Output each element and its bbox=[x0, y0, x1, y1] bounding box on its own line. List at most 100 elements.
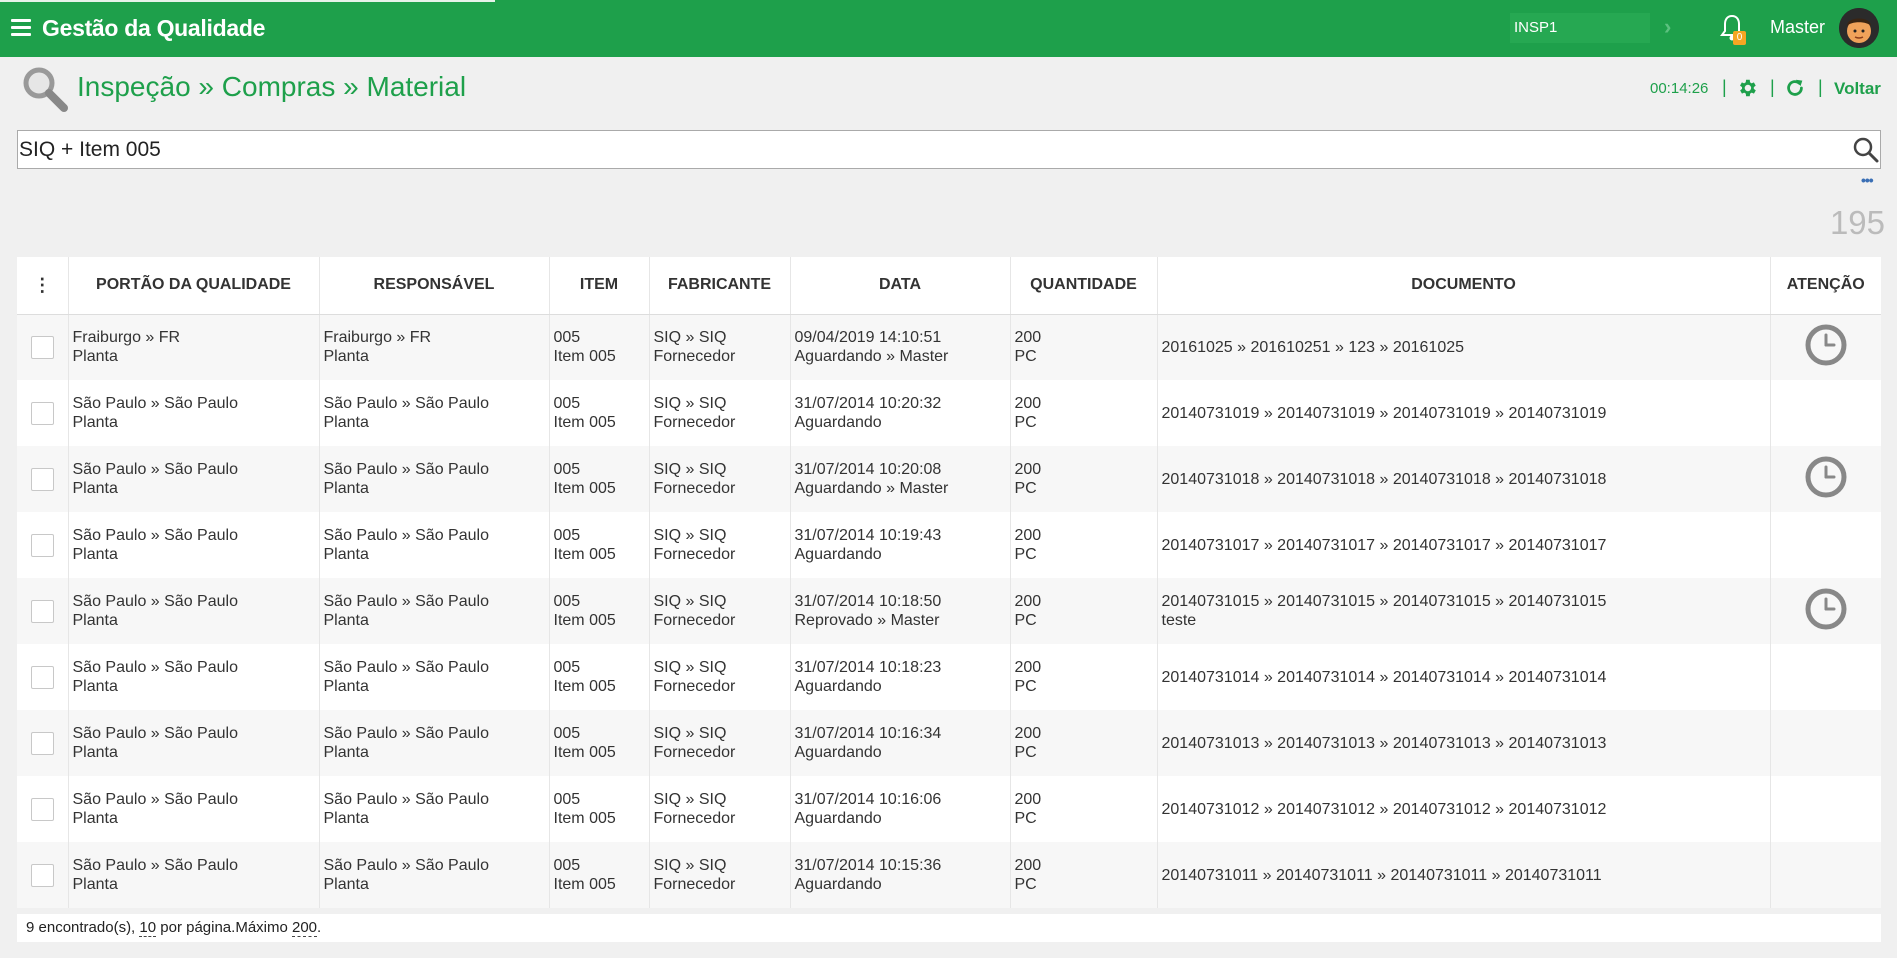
header-data[interactable]: DATA bbox=[790, 257, 1011, 315]
responsavel-cell: São Paulo » São Paulo Planta bbox=[319, 842, 550, 908]
clock-svg bbox=[1805, 456, 1847, 497]
table-header-row: ⋮ PORTÃO DA QUALIDADE RESPONSÁVEL ITEM F… bbox=[17, 257, 1881, 315]
table-row[interactable]: São Paulo » São Paulo Planta São Paulo » S… bbox=[17, 380, 1881, 446]
item-cell: 005 Item 005 bbox=[549, 314, 650, 380]
table-row[interactable]: São Paulo » São Paulo Planta São Paulo » S… bbox=[17, 776, 1881, 842]
responsavel-primary: São Paulo » São Paulo bbox=[323, 527, 489, 544]
data-secondary: Aguardando » Master bbox=[794, 348, 949, 366]
item-secondary: Item 005 bbox=[553, 348, 616, 366]
row-checkbox[interactable] bbox=[30, 665, 54, 689]
data-secondary: Reprovado » Master bbox=[794, 612, 940, 629]
documento-primary: 20140731018 » 20140731018 » 20140731018 … bbox=[1161, 470, 1607, 488]
item-primary: 005 bbox=[553, 659, 581, 676]
responsavel-secondary: Planta bbox=[323, 348, 369, 366]
responsavel-secondary: Planta bbox=[323, 744, 369, 761]
quantidade-primary: 200 bbox=[1014, 527, 1042, 544]
table-row[interactable]: São Paulo » São Paulo Planta São Paulo » S… bbox=[17, 446, 1881, 512]
chevron-right-icon[interactable]: › bbox=[1664, 14, 1671, 40]
clock-icon[interactable] bbox=[1804, 455, 1848, 499]
responsavel-primary: São Paulo » São Paulo bbox=[323, 395, 489, 412]
data-primary: 31/07/2014 10:20:32 bbox=[794, 395, 942, 412]
atencao-cell bbox=[1770, 644, 1881, 710]
app-title: Gestão da Qualidade bbox=[42, 15, 266, 41]
fabricante-cell: SIQ » SIQ Fornecedor bbox=[649, 446, 791, 512]
fabricante-cell: SIQ » SIQ Fornecedor bbox=[649, 578, 791, 644]
row-checkbox[interactable] bbox=[30, 797, 54, 821]
quantidade-secondary: PC bbox=[1014, 612, 1037, 629]
responsavel-primary: São Paulo » São Paulo bbox=[323, 659, 489, 676]
inspector-select[interactable]: INSP1 bbox=[1510, 13, 1650, 43]
row-checkbox[interactable] bbox=[30, 533, 54, 557]
portao-secondary: Planta bbox=[72, 744, 118, 761]
avatar[interactable] bbox=[1839, 8, 1879, 48]
search-svg bbox=[1853, 137, 1879, 163]
portao-primary: São Paulo » São Paulo bbox=[72, 593, 238, 610]
select-cell bbox=[17, 842, 69, 908]
header-item[interactable]: ITEM bbox=[549, 257, 650, 315]
more-options-icon[interactable]: ••• bbox=[1861, 172, 1874, 188]
table-row[interactable]: São Paulo » São Paulo Planta São Paulo » S… bbox=[17, 842, 1881, 908]
documento-cell: 20140731017 » 20140731017 » 20140731017 … bbox=[1157, 512, 1771, 578]
kebab-icon[interactable]: ⋮ bbox=[33, 275, 51, 296]
responsavel-cell: São Paulo » São Paulo Planta bbox=[319, 644, 550, 710]
row-checkbox[interactable] bbox=[30, 863, 54, 887]
refresh-icon[interactable] bbox=[1784, 77, 1806, 99]
clock-icon[interactable] bbox=[1804, 323, 1848, 367]
portao-secondary: Planta bbox=[72, 810, 118, 827]
quantidade-cell: 200 PC bbox=[1010, 578, 1158, 644]
responsavel-cell: Fraiburgo » FR Planta bbox=[319, 314, 550, 380]
table-row[interactable]: São Paulo » São Paulo Planta São Paulo » S… bbox=[17, 578, 1881, 644]
header-portao[interactable]: PORTÃO DA QUALIDADE bbox=[68, 257, 320, 315]
responsavel-cell: São Paulo » São Paulo Planta bbox=[319, 380, 550, 446]
quantidade-primary: 200 bbox=[1014, 791, 1042, 808]
row-checkbox[interactable] bbox=[30, 731, 54, 755]
gear-icon[interactable] bbox=[1736, 77, 1758, 99]
portao-primary: São Paulo » São Paulo bbox=[72, 791, 238, 808]
item-secondary: Item 005 bbox=[553, 744, 616, 761]
data-primary: 31/07/2014 10:18:23 bbox=[794, 659, 942, 676]
portao-primary: São Paulo » São Paulo bbox=[72, 527, 238, 544]
select-cell bbox=[17, 380, 69, 446]
item-secondary: Item 005 bbox=[553, 480, 616, 497]
quantidade-primary: 200 bbox=[1014, 329, 1042, 347]
hamburger-icon[interactable] bbox=[11, 19, 31, 36]
row-checkbox[interactable] bbox=[30, 599, 54, 623]
quantidade-cell: 200 PC bbox=[1010, 842, 1158, 908]
select-cell bbox=[17, 644, 69, 710]
data-cell: 31/07/2014 10:20:32 Aguardando bbox=[790, 380, 1011, 446]
clock-icon[interactable] bbox=[1804, 587, 1848, 631]
select-cell bbox=[17, 446, 69, 512]
header-documento[interactable]: DOCUMENTO bbox=[1157, 257, 1771, 315]
table-row[interactable]: São Paulo » São Paulo Planta São Paulo » S… bbox=[17, 512, 1881, 578]
max-value[interactable]: 200 bbox=[292, 919, 318, 937]
responsavel-primary: São Paulo » São Paulo bbox=[323, 593, 489, 610]
item-primary: 005 bbox=[553, 725, 581, 742]
table-row[interactable]: São Paulo » São Paulo Planta São Paulo » S… bbox=[17, 644, 1881, 710]
select-cell bbox=[17, 578, 69, 644]
fabricante-cell: SIQ » SIQ Fornecedor bbox=[649, 512, 791, 578]
header-quantidade[interactable]: QUANTIDADE bbox=[1010, 257, 1158, 315]
bell-icon[interactable]: 0 bbox=[1720, 13, 1746, 45]
fabricante-cell: SIQ » SIQ Fornecedor bbox=[649, 842, 791, 908]
quantidade-secondary: PC bbox=[1014, 480, 1037, 497]
row-checkbox[interactable] bbox=[30, 335, 54, 359]
per-page-value[interactable]: 10 bbox=[139, 919, 157, 937]
back-link[interactable]: Voltar bbox=[1834, 79, 1881, 99]
data-secondary: Aguardando bbox=[794, 810, 882, 827]
user-name[interactable]: Master bbox=[1770, 17, 1825, 38]
header-responsavel[interactable]: RESPONSÁVEL bbox=[319, 257, 550, 315]
data-secondary: Aguardando bbox=[794, 678, 882, 695]
responsavel-cell: São Paulo » São Paulo Planta bbox=[319, 776, 550, 842]
documento-primary: 20140731013 » 20140731013 » 20140731013 … bbox=[1161, 734, 1607, 752]
row-checkbox[interactable] bbox=[30, 401, 54, 425]
column-options-header[interactable]: ⋮ bbox=[17, 257, 69, 315]
row-checkbox[interactable] bbox=[30, 467, 54, 491]
search-input[interactable] bbox=[18, 131, 1818, 168]
table-row[interactable]: São Paulo » São Paulo Planta São Paulo » S… bbox=[17, 710, 1881, 776]
portao-cell: São Paulo » São Paulo Planta bbox=[68, 776, 320, 842]
quantidade-primary: 200 bbox=[1014, 593, 1042, 610]
header-fabricante[interactable]: FABRICANTE bbox=[649, 257, 791, 315]
header-atencao[interactable]: ATENÇÃO bbox=[1770, 257, 1881, 315]
search-icon[interactable] bbox=[1852, 136, 1880, 164]
table-row[interactable]: Fraiburgo » FR Planta Fraiburgo » FR Planta… bbox=[17, 314, 1881, 380]
